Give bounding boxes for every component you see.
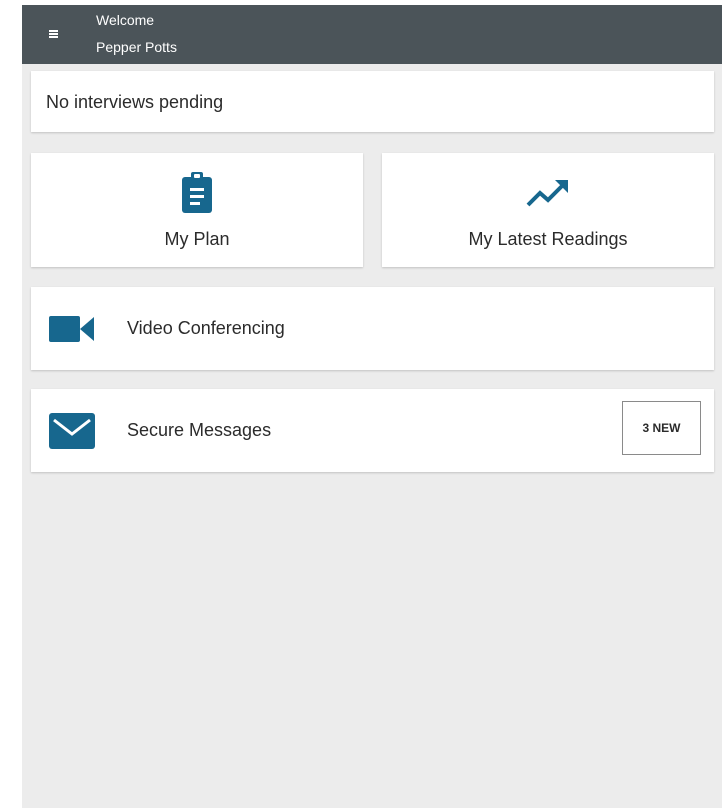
video-camera-icon xyxy=(49,315,95,348)
video-conferencing-row[interactable]: Video Conferencing xyxy=(31,287,714,370)
app-bar: Welcome Pepper Potts xyxy=(22,5,722,64)
my-latest-readings-tile[interactable]: My Latest Readings xyxy=(382,153,714,267)
my-plan-tile[interactable]: My Plan xyxy=(31,153,363,267)
secure-messages-row[interactable]: Secure Messages 3 NEW xyxy=(31,389,714,472)
app-screen: Welcome Pepper Potts No interviews pendi… xyxy=(22,5,722,808)
hamburger-menu-icon[interactable] xyxy=(49,30,58,39)
clipboard-icon xyxy=(182,171,212,218)
user-name: Pepper Potts xyxy=(96,39,177,55)
interview-status-text: No interviews pending xyxy=(46,92,224,112)
my-latest-readings-label: My Latest Readings xyxy=(468,229,628,249)
envelope-icon xyxy=(49,413,95,454)
my-plan-label: My Plan xyxy=(164,229,230,249)
trending-up-icon xyxy=(524,171,572,218)
secure-messages-label: Secure Messages xyxy=(127,420,272,440)
video-conferencing-label: Video Conferencing xyxy=(127,318,285,338)
new-messages-badge: 3 NEW xyxy=(622,401,701,455)
welcome-label: Welcome xyxy=(96,12,155,28)
interview-status-card: No interviews pending xyxy=(31,71,714,132)
